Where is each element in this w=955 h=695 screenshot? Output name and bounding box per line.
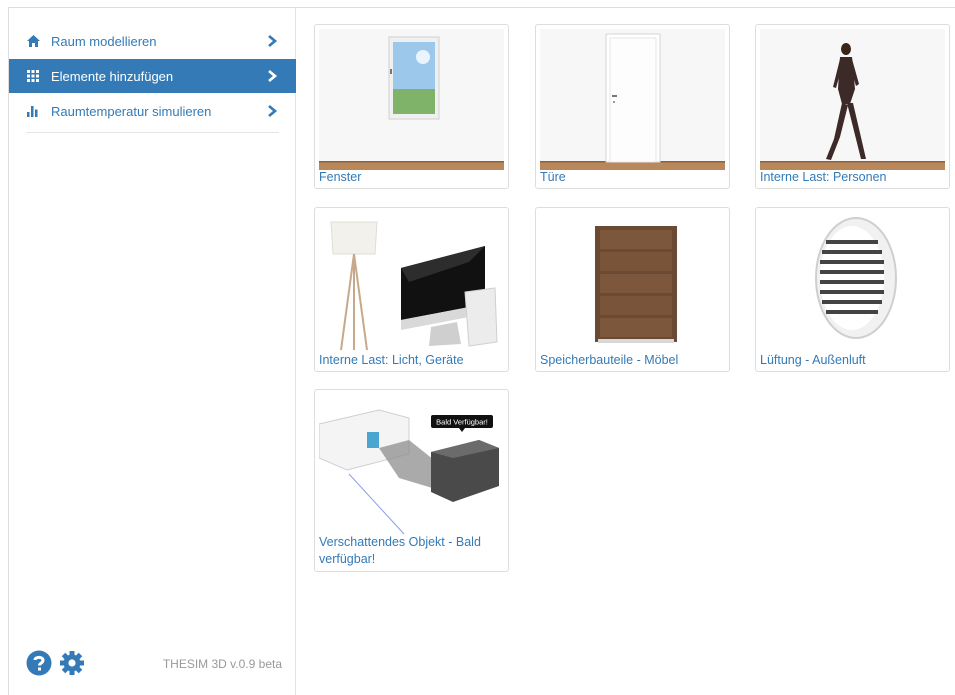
- chevron-right-icon: [268, 105, 278, 117]
- card-label: Verschattendes Objekt - Bald verfügbar!: [319, 535, 481, 566]
- card-label: Interne Last: Licht, Geräte: [319, 353, 464, 367]
- card-tuere[interactable]: Türe: [535, 24, 730, 189]
- footer-icons: [26, 650, 85, 676]
- bar-chart-icon: [26, 104, 40, 118]
- card-lueftung[interactable]: Lüftung - Außenluft: [755, 207, 950, 372]
- card-fenster[interactable]: Fenster: [314, 24, 509, 189]
- card-personen[interactable]: Interne Last: Personen: [755, 24, 950, 189]
- chevron-right-icon: [268, 35, 278, 47]
- nav-item-elemente-hinzufuegen[interactable]: Elemente hinzufügen: [9, 59, 296, 93]
- card-verschattendes-objekt[interactable]: Bald Verfügbar! Verschattendes Objekt - …: [314, 389, 509, 572]
- shading-object-image: Bald Verfügbar!: [319, 394, 504, 535]
- card-label: Türe: [540, 170, 566, 184]
- card-label: Fenster: [319, 170, 362, 184]
- card-label: Speicherbauteile - Möbel: [540, 353, 679, 367]
- door-image: [540, 29, 725, 170]
- home-icon: [26, 34, 40, 48]
- window-image: [319, 29, 504, 170]
- nav-divider: [26, 132, 279, 133]
- nav-item-label: Raum modellieren: [51, 33, 157, 49]
- card-moebel[interactable]: Speicherbauteile - Möbel: [535, 207, 730, 372]
- card-label: Lüftung - Außenluft: [760, 353, 866, 367]
- vent-image: [760, 212, 945, 353]
- nav-item-raumtemperatur-simulieren[interactable]: Raumtemperatur simulieren: [9, 94, 296, 128]
- badge-text: Bald Verfügbar!: [436, 418, 488, 427]
- person-image: [760, 29, 945, 170]
- chevron-right-icon: [268, 70, 278, 82]
- nav-item-label: Raumtemperatur simulieren: [51, 103, 212, 119]
- lamp-computer-image: [319, 212, 504, 353]
- version-label: THESIM 3D v.0.9 beta: [162, 657, 282, 671]
- nav-item-label: Elemente hinzufügen: [51, 68, 174, 84]
- sidebar: Raum modellieren Elemente hinzufügen Rau…: [8, 8, 296, 695]
- help-icon[interactable]: [26, 650, 52, 676]
- gear-icon[interactable]: [59, 650, 85, 676]
- grid-icon: [26, 69, 40, 83]
- dresser-image: [540, 212, 725, 353]
- card-label: Interne Last: Personen: [760, 170, 887, 184]
- card-licht-geraete[interactable]: Interne Last: Licht, Geräte: [314, 207, 509, 372]
- nav-item-raum-modellieren[interactable]: Raum modellieren: [9, 24, 296, 58]
